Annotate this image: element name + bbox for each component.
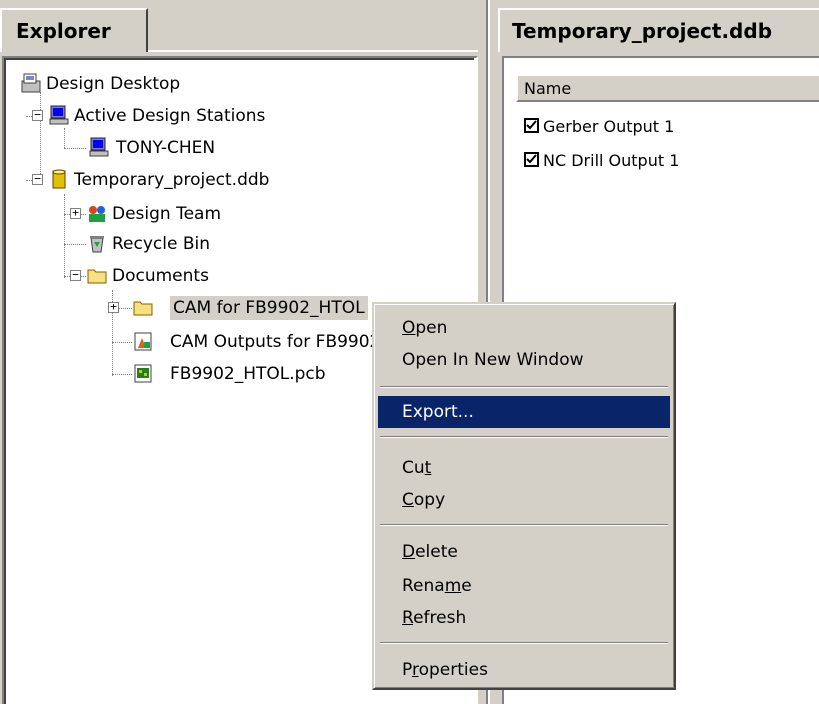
- menu-separator: [380, 386, 668, 388]
- menu-item-open-new-window[interactable]: Open In New Window: [378, 344, 670, 376]
- list-item-label: Gerber Output 1: [543, 117, 675, 136]
- tree-line: [64, 244, 86, 245]
- list-item-nc-drill[interactable]: NC Drill Output 1: [524, 148, 679, 174]
- tree-line: [40, 92, 41, 178]
- tab-document[interactable]: Temporary_project.ddb: [498, 8, 819, 52]
- collapse-toggle[interactable]: −: [70, 269, 81, 281]
- menu-item-rename[interactable]: Rename: [378, 570, 670, 602]
- expand-toggle[interactable]: +: [70, 207, 81, 219]
- checkbox-checked[interactable]: [524, 118, 539, 133]
- tree-node-label-selected: CAM for FB9902_HTOL: [170, 296, 368, 320]
- tab-explorer[interactable]: Explorer: [0, 8, 148, 52]
- tree-node-label: Design Desktop: [46, 74, 181, 94]
- tree-line: [112, 342, 132, 343]
- tree-node-label: Temporary_project.ddb: [74, 170, 270, 190]
- tab-strip-edge: [148, 50, 478, 52]
- menu-item-properties[interactable]: Properties: [378, 654, 670, 686]
- menu-separator: [380, 642, 668, 644]
- menu-item-delete[interactable]: Delete: [378, 536, 670, 568]
- tree-node-label: TONY-CHEN: [116, 138, 216, 158]
- menu-item-open[interactable]: Open: [378, 312, 670, 344]
- context-menu: Open Open In New Window Export... Cut Co…: [372, 302, 676, 690]
- collapse-toggle[interactable]: −: [32, 109, 43, 121]
- tree-node-label: FB9902_HTOL.pcb: [170, 364, 326, 384]
- menu-item-export[interactable]: Export...: [378, 396, 670, 428]
- tree-line: [112, 374, 132, 375]
- column-header-name[interactable]: Name: [516, 74, 819, 102]
- desktop-icon: [21, 73, 41, 93]
- menu-separator: [380, 524, 668, 526]
- menu-item-cut[interactable]: Cut: [378, 452, 670, 484]
- folder-icon: [133, 301, 153, 316]
- menu-item-copy[interactable]: Copy: [378, 484, 670, 516]
- list-item-gerber[interactable]: Gerber Output 1: [524, 114, 674, 140]
- tree-line: [64, 148, 86, 149]
- tree-node-label: Design Team: [112, 204, 222, 224]
- computer-icon: [49, 105, 69, 125]
- recycle-bin-icon: [90, 236, 104, 253]
- menu-separator: [380, 436, 668, 438]
- tree-node-label: Recycle Bin: [112, 234, 211, 254]
- cam-document-icon: [134, 332, 152, 351]
- team-icon: [89, 206, 105, 222]
- pcb-document-icon: [134, 364, 152, 383]
- database-icon: [52, 169, 66, 189]
- folder-open-icon: [87, 269, 107, 284]
- tree-node-label: Documents: [112, 266, 209, 286]
- expand-toggle[interactable]: +: [108, 301, 119, 313]
- computer-icon: [89, 137, 109, 157]
- checkbox-checked[interactable]: [524, 152, 539, 167]
- tree-line: [64, 128, 65, 148]
- collapse-toggle[interactable]: −: [32, 173, 43, 185]
- tree-node-label: Active Design Stations: [74, 106, 266, 126]
- list-item-label: NC Drill Output 1: [543, 151, 680, 170]
- tree-line: [64, 194, 65, 278]
- menu-item-refresh[interactable]: Refresh: [378, 602, 670, 634]
